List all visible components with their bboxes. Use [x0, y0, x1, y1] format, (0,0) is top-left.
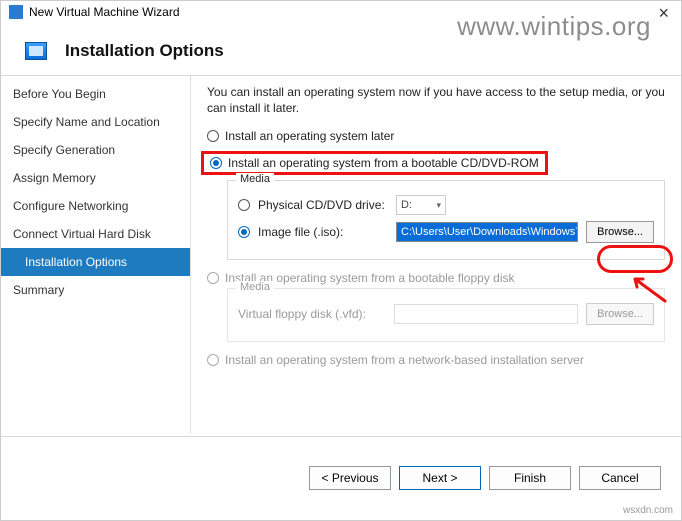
cancel-button[interactable]: Cancel [579, 466, 661, 490]
step-assign-memory[interactable]: Assign Memory [1, 164, 190, 192]
radio-icon[interactable] [210, 157, 222, 169]
app-icon [9, 5, 23, 19]
step-specify-generation[interactable]: Specify Generation [1, 136, 190, 164]
close-button[interactable]: × [652, 3, 675, 24]
step-configure-networking[interactable]: Configure Networking [1, 192, 190, 220]
floppy-media-group: Media Virtual floppy disk (.vfd): Browse… [227, 288, 665, 342]
intro-text: You can install an operating system now … [207, 84, 665, 116]
highlight-box: Install an operating system from a boota… [201, 151, 548, 175]
main-panel: You can install an operating system now … [191, 76, 681, 434]
vfd-row: Virtual floppy disk (.vfd): Browse... [238, 303, 654, 325]
option-label: Install an operating system later [225, 129, 394, 143]
next-button[interactable]: Next > [399, 466, 481, 490]
option-install-floppy: Install an operating system from a boota… [207, 268, 665, 288]
wizard-header: Installation Options [1, 23, 681, 75]
previous-button[interactable]: < Previous [309, 466, 391, 490]
option-install-later[interactable]: Install an operating system later [207, 126, 665, 146]
option-label: Install an operating system from a boota… [228, 156, 539, 170]
option-install-cd[interactable]: Install an operating system from a boota… [207, 146, 665, 180]
page-title: Installation Options [65, 41, 224, 61]
image-file-label: Image file (.iso): [258, 225, 388, 239]
wsxdn-text: wsxdn.com [623, 505, 673, 516]
physical-drive-label: Physical CD/DVD drive: [258, 198, 388, 212]
radio-icon[interactable] [207, 130, 219, 142]
step-before-you-begin[interactable]: Before You Begin [1, 80, 190, 108]
footer-divider [1, 436, 681, 437]
step-specify-name[interactable]: Specify Name and Location [1, 108, 190, 136]
radio-icon[interactable] [238, 199, 250, 211]
option-label: Install an operating system from a netwo… [225, 353, 584, 367]
radio-icon [207, 354, 219, 366]
radio-icon [207, 272, 219, 284]
iso-path-input[interactable]: C:\Users\User\Downloads\Windows7_X64.iso [396, 222, 578, 242]
option-install-network: Install an operating system from a netwo… [207, 350, 665, 370]
vfd-label: Virtual floppy disk (.vfd): [238, 307, 386, 321]
window-title: New Virtual Machine Wizard [29, 5, 180, 19]
group-title: Media [236, 281, 274, 293]
finish-button[interactable]: Finish [489, 466, 571, 490]
wizard-footer: < Previous Next > Finish Cancel [309, 466, 661, 490]
media-group: Media Physical CD/DVD drive: D: ▾ Image … [227, 180, 665, 260]
wizard-steps-sidebar: Before You Begin Specify Name and Locati… [1, 76, 191, 434]
group-title: Media [236, 173, 274, 185]
physical-drive-row: Physical CD/DVD drive: D: ▾ [238, 195, 654, 215]
monitor-icon [25, 42, 47, 60]
titlebar: New Virtual Machine Wizard [1, 1, 681, 23]
vfd-path-input [394, 304, 578, 324]
browse-button[interactable]: Browse... [586, 221, 654, 243]
browse-button-disabled: Browse... [586, 303, 654, 325]
image-file-row: Image file (.iso): C:\Users\User\Downloa… [238, 221, 654, 243]
step-connect-vhd[interactable]: Connect Virtual Hard Disk [1, 220, 190, 248]
drive-select[interactable]: D: ▾ [396, 195, 446, 215]
drive-value: D: [401, 199, 412, 211]
step-summary[interactable]: Summary [1, 276, 190, 304]
chevron-down-icon: ▾ [436, 200, 441, 211]
content-area: Before You Begin Specify Name and Locati… [1, 76, 681, 434]
radio-icon[interactable] [238, 226, 250, 238]
iso-path-value: C:\Users\User\Downloads\Windows7_X64.iso [401, 226, 578, 238]
step-installation-options[interactable]: Installation Options [1, 248, 190, 276]
